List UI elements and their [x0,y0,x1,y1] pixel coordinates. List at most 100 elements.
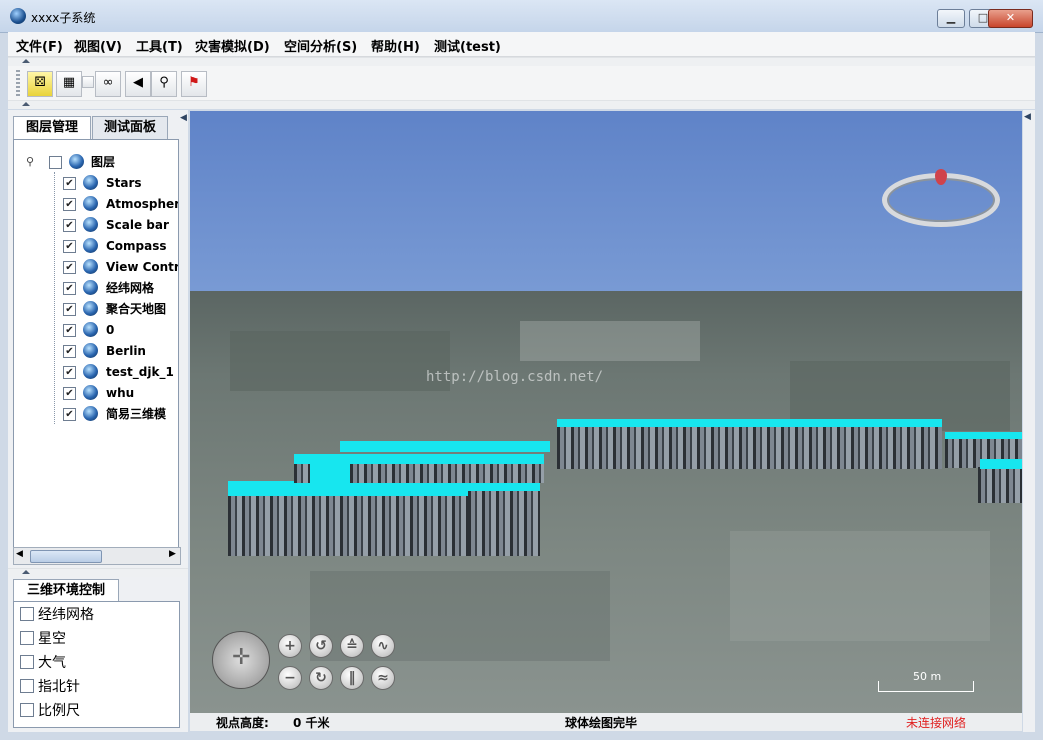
scrollbar-thumb[interactable] [30,550,102,563]
expand-arrow-icon[interactable]: ◀ [1024,112,1031,122]
layer-row[interactable]: ✔ Compass [14,236,178,256]
toolbar-handle[interactable] [16,70,20,96]
scroll-left-icon[interactable]: ◀ [16,549,23,559]
magnifier-icon[interactable]: ⚲ [151,71,177,97]
eye-height-label: 视点高度: [216,716,269,730]
split-grip[interactable] [8,568,188,577]
env-option-label: 经纬网格 [38,607,94,623]
env-checkbox[interactable] [20,655,34,669]
env-checkbox[interactable] [20,703,34,717]
menu-view[interactable]: 视图(V) [74,36,122,55]
layer-checkbox[interactable]: ✔ [63,324,76,337]
env-checkbox[interactable] [20,607,34,621]
panel-grip[interactable] [8,100,1035,109]
layer-checkbox[interactable]: ✔ [63,177,76,190]
toolbar: ⚄ ▦ ∞ ◀ ⚲ ⚑ [8,66,1035,101]
building [468,491,540,556]
tree-horizontal-scrollbar[interactable]: ◀ ▶ [13,547,181,565]
zoom-out-button[interactable]: − [278,666,302,690]
layer-row[interactable]: ✔ whu [14,383,178,403]
layer-label: test_djk_1 [106,365,174,379]
layer-row[interactable]: ✔ Berlin [14,341,178,361]
menu-file[interactable]: 文件(F) [16,36,63,55]
env-option[interactable]: 经纬网格 [20,604,94,626]
layer-label: Compass [106,239,167,253]
vertical-exaggeration-down-button[interactable]: ≈ [371,666,395,690]
layer-row[interactable]: ✔ 0 [14,320,178,340]
menu-test[interactable]: 测试(test) [434,36,501,55]
tree-toggle-icon[interactable]: ⚲ [26,152,34,172]
layer-checkbox[interactable]: ✔ [63,240,76,253]
tree-root-checkbox[interactable] [49,156,62,169]
zoom-in-button[interactable]: + [278,634,302,658]
env-option[interactable]: 比例尺 [20,700,80,722]
env-option-label: 指北针 [38,679,80,695]
tree-root[interactable]: ⚲ 图层 [18,152,178,172]
env-option[interactable]: 指北针 [20,676,80,698]
layer-row[interactable]: ✔ test_djk_1 [14,362,178,382]
layer-checkbox[interactable]: ✔ [63,219,76,232]
layer-label: Atmospher [106,197,179,211]
layer-checkbox[interactable]: ✔ [63,303,76,316]
window-title: xxxx子系统 [31,11,96,25]
tab-3d-environment[interactable]: 三维环境控制 [13,579,119,602]
environment-control-panel: 经纬网格 星空 大气 指北针 比例尺 [13,601,180,728]
tilt-down-button[interactable]: ‖ [340,666,364,690]
pan-control[interactable]: ✛ [212,631,270,689]
terrain-patch [520,321,700,361]
scroll-right-icon[interactable]: ▶ [169,549,176,559]
binoculars-icon[interactable]: ∞ [95,71,121,97]
left-panel: 图层管理 测试面板 ◀ ⚲ 图层 ✔ Stars ✔ Atmospher ✔ Scal… [8,110,188,732]
layer-checkbox[interactable]: ✔ [63,198,76,211]
vertical-exaggeration-up-button[interactable]: ∿ [371,634,395,658]
tab-layer-management[interactable]: 图层管理 [13,116,91,139]
rotate-left-button[interactable]: ↺ [309,634,333,658]
menu-disaster-sim[interactable]: 灾害模拟(D) [195,36,270,55]
layer-row[interactable]: ✔ 经纬网格 [14,278,178,298]
layer-row[interactable]: ✔ 简易三维模 [14,404,178,424]
close-button[interactable]: ✕ [988,9,1033,28]
right-panel-grip[interactable]: ◀ [1023,110,1035,732]
env-option[interactable]: 星空 [20,628,66,650]
layer-label: 0 [106,323,115,337]
flag-icon[interactable]: ⚑ [181,71,207,97]
network-status: 未连接网络 [906,716,967,730]
collapse-arrow-icon[interactable]: ◀ [180,113,187,123]
small-checkbox[interactable] [82,76,94,88]
layer-label: View Contr [106,260,179,274]
layer-checkbox[interactable]: ✔ [63,345,76,358]
speaker-icon[interactable]: ◀ [125,71,151,97]
rotate-right-button[interactable]: ↻ [309,666,333,690]
terrain-patch [230,331,450,391]
layer-row[interactable]: ✔ Atmospher [14,194,178,214]
layer-checkbox[interactable]: ✔ [63,366,76,379]
layer-row[interactable]: ✔ Scale bar [14,215,178,235]
layer-row[interactable]: ✔ Stars [14,173,178,193]
layer-checkbox[interactable]: ✔ [63,408,76,421]
layer-row[interactable]: ✔ View Contr [14,257,178,277]
globe-icon [83,406,98,421]
minimize-button[interactable]: ▁ [937,9,965,28]
layer-checkbox[interactable]: ✔ [63,261,76,274]
menu-spatial-analysis[interactable]: 空间分析(S) [284,36,357,55]
dice-icon[interactable]: ⚄ [27,71,53,97]
render-status: 球体绘图完毕 [565,716,638,730]
env-checkbox[interactable] [20,631,34,645]
globe-icon [83,217,98,232]
env-option[interactable]: 大气 [20,652,66,674]
tab-test-panel[interactable]: 测试面板 [92,116,168,139]
toolbar-grip[interactable] [8,57,1035,66]
menu-help[interactable]: 帮助(H) [371,36,420,55]
menu-tools[interactable]: 工具(T) [136,36,183,55]
globe-icon [69,154,84,169]
layer-checkbox[interactable]: ✔ [63,282,76,295]
map-icon[interactable]: ▦ [56,71,82,97]
layer-checkbox[interactable]: ✔ [63,387,76,400]
globe-icon [83,238,98,253]
tilt-up-button[interactable]: ≙ [340,634,364,658]
layer-label: Scale bar [106,218,169,232]
layer-row[interactable]: ✔ 聚合天地图 [14,299,178,319]
3d-globe-view[interactable]: http://blog.csdn.net/ ✛ + ↺ ≙ ∿ − ↻ ‖ ≈ … [190,111,1022,713]
env-checkbox[interactable] [20,679,34,693]
building-roof [980,459,1022,469]
